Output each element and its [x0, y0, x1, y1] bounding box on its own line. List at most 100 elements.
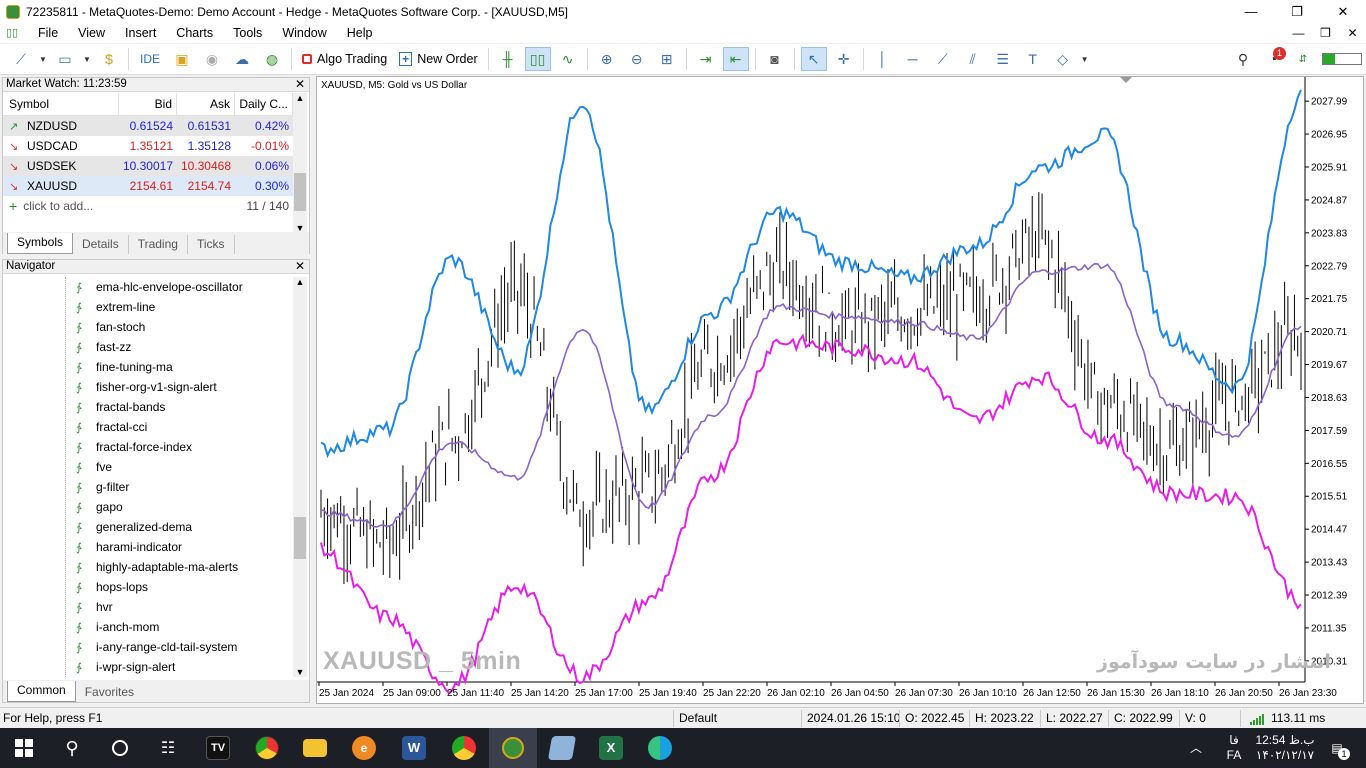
search-icon[interactable]: ⚲	[48, 728, 96, 768]
cloud-icon[interactable]: ☁	[229, 47, 255, 71]
profiles-icon[interactable]: ▭	[52, 47, 78, 71]
zoom-out-icon[interactable]: ⊖	[624, 47, 650, 71]
list-item[interactable]: ∱ harami-indicator	[3, 537, 293, 557]
clock[interactable]: 12:54 ب.ظ ۱۴۰۲/۱۲/۱۷	[1255, 728, 1315, 768]
language-indicator[interactable]: فا FA	[1222, 728, 1246, 768]
bar-chart-icon[interactable]: ╫	[495, 47, 521, 71]
list-item[interactable]: ∱ fractal-cci	[3, 417, 293, 437]
zoom-in-icon[interactable]: ⊕	[594, 47, 620, 71]
crosshair-icon[interactable]: ✛	[831, 47, 857, 71]
minimize-button[interactable]: —	[1228, 0, 1274, 23]
notifications-icon[interactable]: ◔ 1	[1260, 47, 1286, 71]
vps-icon[interactable]: ◍	[259, 47, 285, 71]
scroll-thumb[interactable]	[294, 173, 306, 211]
maximize-button[interactable]: ❐	[1274, 0, 1320, 23]
task-view-icon[interactable]: ☷	[144, 728, 192, 768]
notes-icon[interactable]	[538, 728, 586, 768]
chrome-icon[interactable]	[243, 728, 291, 768]
list-item[interactable]: ∱ i-wpr-sign-alert	[3, 657, 293, 677]
chart-restore-button[interactable]: ❐	[1312, 23, 1339, 43]
ide-button[interactable]: IDE	[135, 47, 165, 71]
tab-ticks[interactable]: Ticks	[188, 235, 235, 254]
tab-common[interactable]: Common	[7, 681, 76, 702]
search-icon[interactable]: ⚲	[1230, 47, 1256, 71]
chrome-profile-icon[interactable]	[440, 728, 488, 768]
signal-icon[interactable]: ◉	[199, 47, 225, 71]
chevron-down-icon[interactable]: ▼	[1080, 47, 1090, 71]
list-item[interactable]: ∱ hops-lops	[3, 577, 293, 597]
list-item[interactable]: ∱ i-anch-mom	[3, 617, 293, 637]
market-icon[interactable]: $	[96, 47, 122, 71]
list-item[interactable]: ∱ fan-stoch	[3, 317, 293, 337]
fibonacci-icon[interactable]: ☰	[990, 47, 1016, 71]
close-icon[interactable]: ✕	[295, 260, 305, 273]
tab-trading[interactable]: Trading	[129, 235, 188, 254]
list-item[interactable]: ∱ extrem-line	[3, 297, 293, 317]
scroll-down-icon[interactable]: ▼	[293, 667, 307, 677]
list-item[interactable]: ∱ highly-adaptable-ma-alerts	[3, 557, 293, 577]
table-row[interactable]: ↘ USDSEK 10.30017 10.30468 0.06%	[3, 156, 293, 176]
tab-symbols[interactable]: Symbols	[7, 233, 74, 254]
list-item[interactable]: ∱ fisher-org-v1-sign-alert	[3, 377, 293, 397]
add-symbol-placeholder[interactable]: click to add...	[23, 199, 93, 213]
scroll-up-icon[interactable]: ▲	[293, 277, 307, 287]
list-item[interactable]: ∱ gapo	[3, 497, 293, 517]
autoscroll-icon[interactable]: ⇥	[693, 47, 719, 71]
text-icon[interactable]: T	[1020, 47, 1046, 71]
market-watch-scrollbar[interactable]: ▲ ▼	[293, 93, 307, 233]
list-item[interactable]: ∱ ema-hlc-envelope-oscillator	[3, 277, 293, 297]
list-item[interactable]: ∱ hvr	[3, 597, 293, 617]
column-daily-change[interactable]: Daily C...	[235, 92, 293, 116]
menu-file[interactable]: File	[30, 26, 70, 40]
tray-overflow-icon[interactable]: ︿	[1190, 728, 1202, 768]
list-item[interactable]: ∱ fve	[3, 457, 293, 477]
chart-canvas[interactable]: 2027.99 2026.95 2025.91 2024.87 2023.83 2022.…	[317, 77, 1363, 703]
vertical-line-icon[interactable]: │	[870, 47, 896, 71]
menu-view[interactable]: View	[70, 26, 117, 40]
lock-icon[interactable]: ▣	[169, 47, 195, 71]
horizontal-line-icon[interactable]: ─	[900, 47, 926, 71]
new-order-button[interactable]: + New Order	[395, 47, 481, 71]
menu-insert[interactable]: Insert	[117, 26, 168, 40]
close-button[interactable]: ✕	[1320, 0, 1366, 23]
table-row[interactable]: ↘ USDCAD 1.35121 1.35128 -0.01%	[3, 136, 293, 156]
column-ask[interactable]: Ask	[177, 92, 235, 116]
candlestick-icon[interactable]: ▯▯	[524, 47, 551, 71]
table-row[interactable]: ↗ NZDUSD 0.61524 0.61531 0.42%	[3, 116, 293, 136]
chart-shift-icon[interactable]: ⇤	[722, 47, 749, 71]
screenshot-icon[interactable]: ◙	[762, 47, 788, 71]
column-bid[interactable]: Bid	[119, 92, 177, 116]
column-symbol[interactable]: Symbol	[3, 92, 119, 116]
shapes-icon[interactable]: ◇	[1050, 47, 1076, 71]
excel-icon[interactable]: X	[587, 728, 635, 768]
close-icon[interactable]: ✕	[295, 78, 305, 91]
cortana-icon[interactable]	[96, 728, 144, 768]
table-row[interactable]: ↘ XAUUSD 2154.61 2154.74 0.30%	[3, 176, 293, 196]
algo-trading-button[interactable]: Algo Trading	[298, 47, 391, 71]
edge-icon[interactable]	[636, 728, 684, 768]
list-item[interactable]: ∱ fractal-bands	[3, 397, 293, 417]
action-center-icon[interactable]: ▤ 1	[1322, 728, 1352, 768]
start-button[interactable]	[0, 728, 48, 768]
cursor-icon[interactable]: ↖	[800, 47, 827, 71]
list-item[interactable]: ∱ i-any-range-cld-tail-system	[3, 637, 293, 657]
price-chart[interactable]: 2027.99 2026.95 2025.91 2024.87 2023.83 2022.…	[316, 76, 1364, 704]
tab-details[interactable]: Details	[73, 235, 129, 254]
menu-charts[interactable]: Charts	[168, 26, 225, 40]
chart-minimize-button[interactable]: —	[1285, 23, 1312, 43]
chart-window-icon[interactable]: ▯▯	[6, 26, 24, 40]
channel-icon[interactable]: ⫽	[960, 47, 986, 71]
chevron-down-icon[interactable]: ▼	[38, 47, 48, 71]
chevron-down-icon[interactable]: ▼	[82, 47, 92, 71]
menu-window[interactable]: Window	[274, 26, 338, 40]
new-chart-icon[interactable]: ⟋	[8, 47, 34, 71]
list-item[interactable]: ∱ generalized-dema	[3, 517, 293, 537]
line-chart-icon[interactable]: ∿	[555, 47, 581, 71]
scroll-up-icon[interactable]: ▲	[293, 93, 307, 103]
list-item[interactable]: ∱ fast-zz	[3, 337, 293, 357]
list-item[interactable]: ∱ fine-tuning-ma	[3, 357, 293, 377]
trendline-icon[interactable]: ⟋	[930, 47, 956, 71]
metatrader-icon[interactable]	[489, 728, 537, 768]
list-item[interactable]: ∱ g-filter	[3, 477, 293, 497]
menu-help[interactable]: Help	[339, 26, 385, 40]
